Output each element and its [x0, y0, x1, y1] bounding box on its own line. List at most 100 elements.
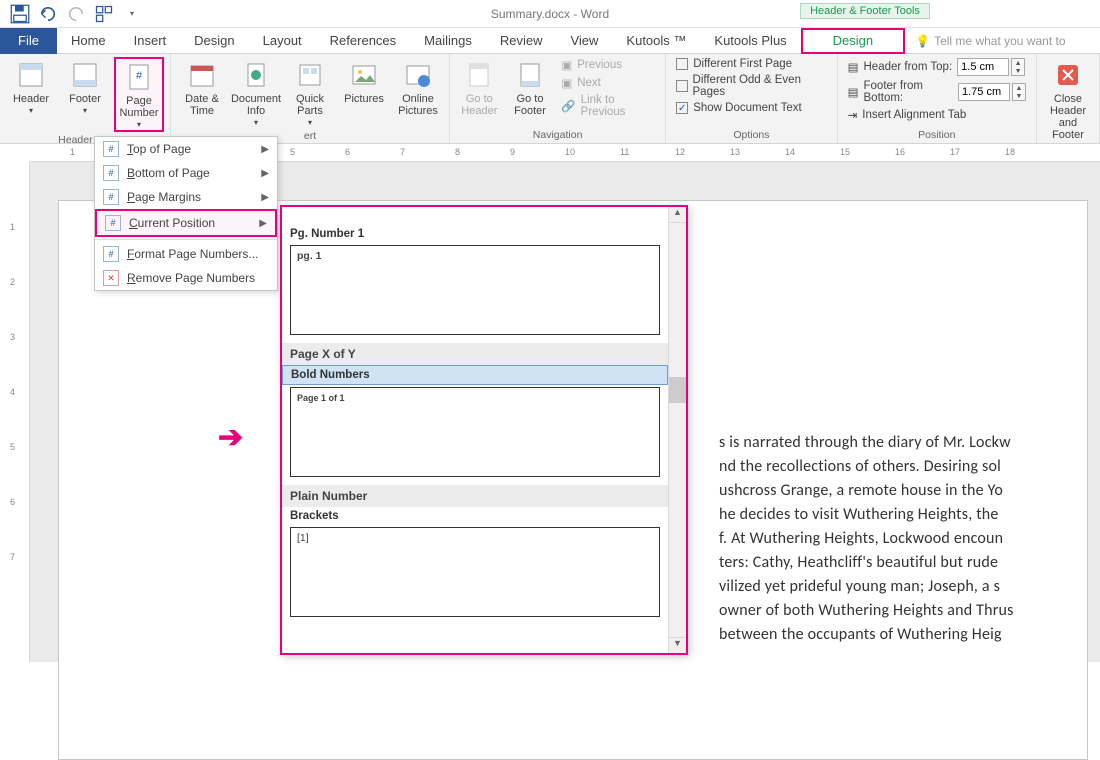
tab-view[interactable]: View [556, 28, 612, 54]
pictures-icon [348, 59, 380, 91]
insert-alignment-tab-button[interactable]: ⇥Insert Alignment Tab [844, 107, 1030, 123]
header-top-icon: ▤ [848, 60, 859, 74]
gallery-bold-numbers-sub[interactable]: Bold Numbers [282, 365, 668, 385]
tab-references[interactable]: References [316, 28, 410, 54]
doc-info-label: Document Info [231, 93, 281, 117]
date-time-label: Date & Time [177, 93, 227, 117]
header-from-top-input[interactable] [957, 58, 1009, 76]
group-nav-label: Navigation [533, 127, 583, 143]
ribbon: Header▾ Footer▾ # Page Number▾ Header & … [0, 54, 1100, 144]
redo-icon[interactable] [66, 4, 86, 24]
pictures-button[interactable]: Pictures [339, 57, 389, 105]
tell-me[interactable]: 💡 Tell me what you want to [915, 34, 1065, 48]
link-previous-button[interactable]: 🔗Link to Previous [557, 93, 659, 119]
tab-file[interactable]: File [0, 28, 57, 54]
page-number-icon: # [123, 61, 155, 93]
quick-parts-icon [294, 59, 326, 91]
tab-home[interactable]: Home [57, 28, 120, 54]
header-from-top-spinner[interactable]: ▲▼ [1011, 58, 1025, 76]
online-pictures-icon [402, 59, 434, 91]
page-number-label: Page Number [116, 95, 162, 119]
gallery-brackets-preview: [1] [297, 532, 309, 544]
footer-bottom-icon: ▤ [848, 85, 859, 99]
header-label: Header [13, 93, 49, 105]
tab-design-context[interactable]: Design [801, 28, 905, 54]
online-pictures-button[interactable]: Online Pictures [393, 57, 443, 117]
goto-header-icon [463, 59, 495, 91]
group-position: ▤ Header from Top: ▲▼ ▤ Footer from Bott… [838, 54, 1037, 143]
header-button[interactable]: Header▾ [6, 57, 56, 116]
goto-header-label: Go to Header [456, 93, 503, 117]
qat-dropdown-icon[interactable]: ▾ [122, 4, 142, 24]
callout-arrow-icon: ➔ [218, 420, 243, 455]
quick-parts-button[interactable]: Quick Parts▾ [285, 57, 335, 128]
prev-icon: ▣ [561, 58, 572, 72]
vertical-ruler: 1234567 [0, 162, 30, 662]
link-icon: 🔗 [561, 99, 575, 113]
footer-from-bottom-row: ▤ Footer from Bottom: ▲▼ [844, 79, 1030, 105]
tab-mailings[interactable]: Mailings [410, 28, 486, 54]
menu-top-of-page[interactable]: #TTop of Pageop of Page▶ [95, 137, 277, 161]
menu-page-margins[interactable]: #Page Margins▶ [95, 185, 277, 209]
document-info-button[interactable]: Document Info▾ [231, 57, 281, 128]
menu-current-position[interactable]: #Current Position▶ [95, 209, 277, 237]
customize-icon[interactable] [94, 4, 114, 24]
previous-button[interactable]: ▣Previous [557, 57, 659, 73]
close-header-footer-button[interactable]: Close Header and Footer [1043, 57, 1093, 141]
bulb-icon: 💡 [915, 34, 930, 48]
group-opts-label: Options [733, 127, 769, 143]
group-header-footer: Header▾ Footer▾ # Page Number▾ Header & … [0, 54, 171, 143]
tab-kutools-plus[interactable]: Kutools Plus [700, 28, 800, 54]
show-document-text-checkbox[interactable]: ✓Show Document Text [672, 101, 830, 115]
different-odd-even-checkbox[interactable]: Different Odd & Even Pages [672, 73, 830, 99]
header-icon [15, 59, 47, 91]
tab-layout[interactable]: Layout [249, 28, 316, 54]
gallery-pg-number-1-preview: pg. 1 [297, 250, 322, 262]
next-button[interactable]: ▣Next [557, 75, 659, 91]
next-icon: ▣ [561, 76, 572, 90]
tab-review[interactable]: Review [486, 28, 557, 54]
footer-button[interactable]: Footer▾ [60, 57, 110, 116]
tab-insert[interactable]: Insert [120, 28, 181, 54]
menu-bottom-of-page[interactable]: #Bottom of Page▶ [95, 161, 277, 185]
gallery-pg-number-1-sub: Pg. Number 1 [282, 225, 668, 243]
save-icon[interactable] [10, 4, 30, 24]
gallery-pg-number-1-item[interactable]: pg. 1 [290, 245, 660, 335]
page-number-button[interactable]: # Page Number▾ [114, 57, 164, 132]
goto-footer-button[interactable]: Go to Footer [507, 57, 554, 117]
gallery-plain-number-head: Plain Number [282, 485, 668, 507]
svg-text:#: # [136, 70, 143, 82]
scroll-down-icon[interactable]: ▼ [669, 637, 686, 653]
page-number-menu: #TTop of Pageop of Page▶ #Bottom of Page… [94, 136, 278, 291]
tab-design[interactable]: Design [180, 28, 248, 54]
gallery-brackets-item[interactable]: [1] [290, 527, 660, 617]
group-pos-label: Position [918, 127, 955, 143]
different-first-page-checkbox[interactable]: Different First Page [672, 57, 830, 71]
quick-parts-label: Quick Parts [285, 93, 335, 117]
close-label: Close Header and Footer [1043, 93, 1093, 141]
gallery-page-x-of-y-head: Page X of Y [282, 343, 668, 365]
goto-header-button[interactable]: Go to Header [456, 57, 503, 117]
group-close: Close Header and Footer Close [1037, 54, 1100, 143]
header-from-top-row: ▤ Header from Top: ▲▼ [844, 57, 1030, 77]
ribbon-tabs: File Home Insert Design Layout Reference… [0, 28, 1100, 54]
menu-format-page-numbers[interactable]: #Format Page Numbers... [95, 242, 277, 266]
footer-from-bottom-spinner[interactable]: ▲▼ [1012, 83, 1026, 101]
close-icon [1052, 59, 1084, 91]
footer-from-bottom-input[interactable] [958, 83, 1010, 101]
gallery-bold-numbers-item[interactable]: Page 1 of 1 [290, 387, 660, 477]
footer-label: Footer [69, 93, 101, 105]
tab-kutools[interactable]: Kutools ™ [612, 28, 700, 54]
scroll-up-icon[interactable]: ▲ [669, 207, 686, 223]
scroll-thumb[interactable] [669, 377, 686, 403]
align-tab-icon: ⇥ [848, 108, 858, 122]
goto-footer-icon [514, 59, 546, 91]
group-insert: Date & Time Document Info▾ Quick Parts▾ … [171, 54, 450, 143]
gallery-scrollbar[interactable]: ▲ ▼ [668, 207, 686, 653]
undo-icon[interactable] [38, 4, 58, 24]
menu-remove-page-numbers[interactable]: ✕Remove Page Numbers [95, 266, 277, 290]
date-time-button[interactable]: Date & Time [177, 57, 227, 117]
group-navigation: Go to Header Go to Footer ▣Previous ▣Nex… [450, 54, 666, 143]
group-options: Different First Page Different Odd & Eve… [666, 54, 837, 143]
page-number-gallery: Pg. Number 1 pg. 1 Page X of Y Bold Numb… [280, 205, 688, 655]
